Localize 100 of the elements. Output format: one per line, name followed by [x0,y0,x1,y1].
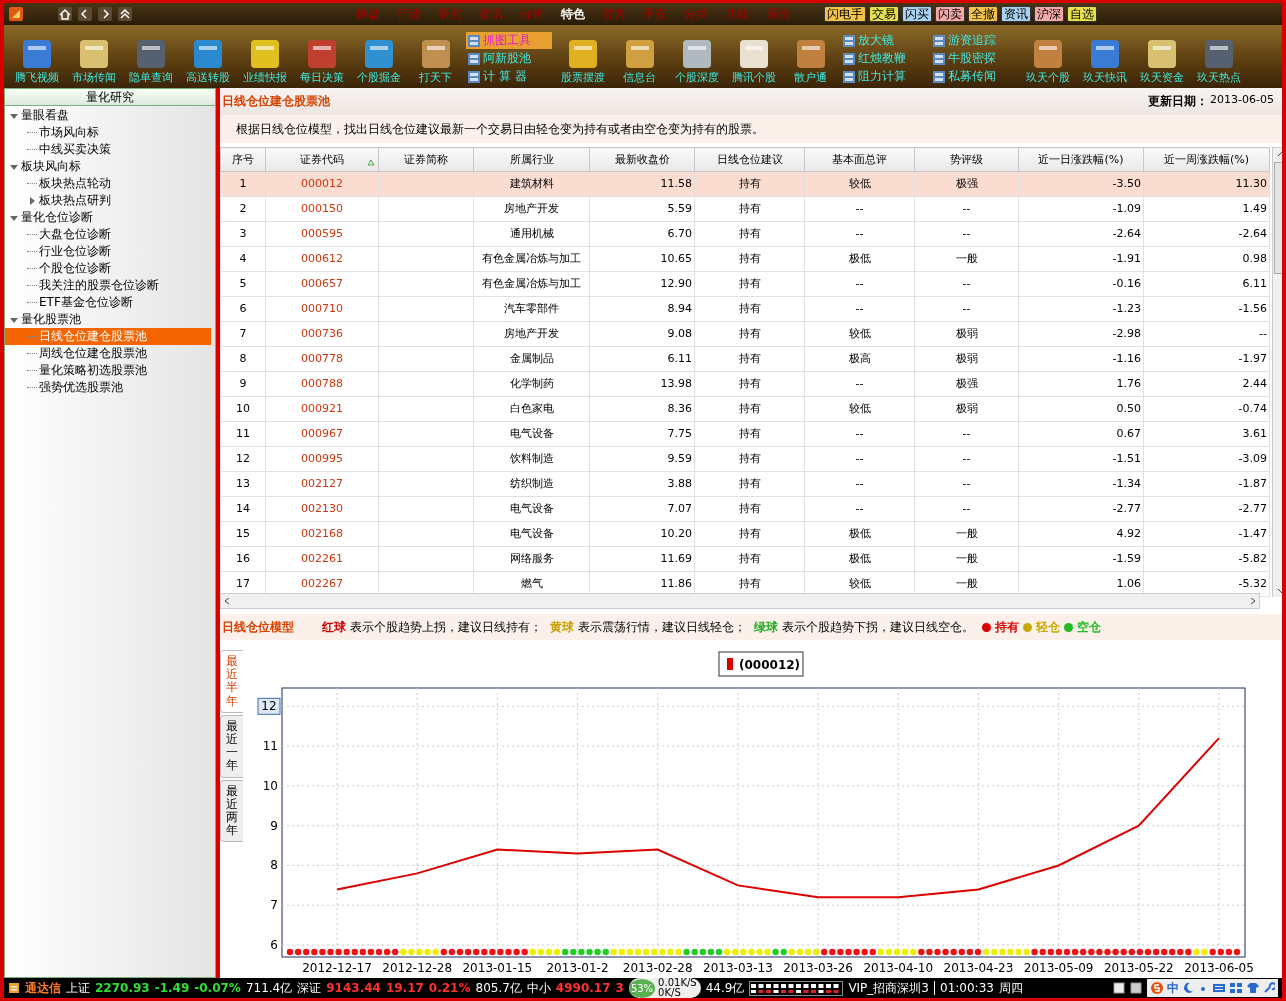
axis-label: 2013-04-23 [943,961,1014,975]
toolbar-link[interactable]: 计 算 器 [466,68,552,85]
toolbar-link[interactable]: 放大镜 [841,32,927,49]
shirt-icon [1246,982,1260,994]
tree-item[interactable]: 量眼看盘 [5,107,215,124]
table-row[interactable]: 2 000150 房地产开发 5.59 持有 -- -- -1.09 1.49 [220,196,1270,222]
period-tab[interactable]: 最近半年 [220,650,243,713]
toolbar-link[interactable]: 私募传闻 [931,68,1017,85]
toolbar-button[interactable]: 打天下 [407,38,464,85]
column-header[interactable]: 序号 [220,147,266,172]
tree-item[interactable]: 周线仓位建仓股票池 [5,345,215,362]
toolbar-link[interactable]: 阿新股池 [466,50,552,67]
toolbar-button[interactable]: 玖天个股 [1019,38,1076,85]
toolbar-button[interactable]: 高送转股 [179,38,236,85]
column-header[interactable]: 所属行业 [473,147,590,172]
toolbar-button[interactable]: 信息台 [611,38,668,85]
forward-icon[interactable] [98,7,112,21]
toolbar-button[interactable]: 腾飞视频 [8,38,65,85]
table-row[interactable]: 9 000788 化学制药 13.98 持有 -- 极强 1.76 2.44 [220,371,1270,397]
toolbar-link[interactable]: 游资追踪 [931,32,1017,49]
period-tab[interactable]: 最近一年 [220,714,243,778]
table-row[interactable]: 12 000995 饮料制造 9.59 持有 -- -- -1.51 -3.09 [220,446,1270,472]
tree-item[interactable]: 板块热点轮动 [5,175,215,192]
ime-mode[interactable]: 中 [1167,979,1179,997]
column-header[interactable]: 近一日涨跌幅(%) [1018,147,1144,172]
table-row[interactable]: 3 000595 通用机械 6.70 持有 -- -- -2.64 -2.64 [220,221,1270,247]
scrollbar[interactable] [220,593,1260,609]
toolbar-button[interactable]: 个股深度 [668,38,725,85]
table-row[interactable]: 13 002127 纺织制造 3.88 持有 -- -- -1.34 -1.87 [220,471,1270,497]
tree-item[interactable]: 个股仓位诊断 [5,260,215,277]
toolbar-button[interactable]: 隐单查询 [122,38,179,85]
toolbar-button[interactable]: 个股掘金 [350,38,407,85]
up-icon[interactable] [118,7,132,21]
table-cell: 房地产开发 [473,196,590,222]
toolbar-button[interactable]: 散户通 [782,38,839,85]
quick-button[interactable]: 沪深 [1034,6,1064,22]
toolbar-button[interactable]: 市场传闻 [65,38,122,85]
table-cell: -- [914,471,1019,497]
table-cell: 9.59 [589,446,695,472]
tree-item[interactable]: 强势优选股票池 [5,379,215,396]
column-header[interactable]: 证券代码 [265,147,379,172]
table-row[interactable]: 15 002168 电气设备 10.20 持有 极低 一般 4.92 -1.47 [220,521,1270,547]
sidebar-title: 量化研究 [5,89,215,106]
table-row[interactable]: 6 000710 汽车零部件 8.94 持有 -- -- -1.23 -1.56 [220,296,1270,322]
table-cell: -- [804,421,915,447]
tree-item[interactable]: 中线买卖决策 [5,141,215,158]
toolbar-button[interactable]: 玖天热点 [1190,38,1247,85]
home-icon[interactable] [58,7,72,21]
toolbar-button[interactable]: 玖天资金 [1133,38,1190,85]
toolbar-link[interactable]: 牛股密探 [931,50,1017,67]
tree-item[interactable]: 市场风向标 [5,124,215,141]
menu-tab[interactable]: 特色 [561,5,585,23]
toolbar-button[interactable]: 股票摆渡 [554,38,611,85]
table-row[interactable]: 5 000657 有色金属冶炼与加工 12.90 持有 -- -- -0.16 6.11 [220,271,1270,297]
column-header[interactable]: 基本面总评 [804,147,915,172]
back-icon[interactable] [78,7,92,21]
toolbar-link[interactable]: 红烛教鞭 [841,50,927,67]
table-row[interactable]: 16 002261 网络服务 11.69 持有 极低 一般 -1.59 -5.82 [220,546,1270,572]
column-header[interactable]: 证券简称 [378,147,474,172]
tree-item[interactable]: 行业仓位诊断 [5,243,215,260]
table-row[interactable]: 11 000967 电气设备 7.75 持有 -- -- 0.67 3.61 [220,421,1270,447]
toolbar-label: 玖天热点 [1196,70,1241,85]
column-header[interactable]: 最新收盘价 [589,147,695,172]
toolbar-label: 玖天快讯 [1082,70,1127,85]
tree-item[interactable]: 我关注的股票仓位诊断 [5,277,215,294]
tree-item[interactable]: 量化策略初选股票池 [5,362,215,379]
tree-item[interactable]: 量化股票池 [5,311,215,328]
period-tab[interactable]: 最近两年 [220,779,243,843]
tree-item[interactable]: 板块热点研判 [5,192,215,209]
toolbar-button[interactable]: 业绩快报 [236,38,293,85]
quick-button[interactable]: 全撤 [968,6,998,22]
tree-item[interactable]: 大盘仓位诊断 [5,226,215,243]
column-header[interactable]: 日线仓位建议 [694,147,805,172]
quick-button[interactable]: 自选 [1067,6,1097,22]
column-header[interactable]: 势评级 [914,147,1019,172]
tree-item[interactable]: 量化仓位诊断 [5,209,215,226]
quick-button[interactable]: 闪买 [902,6,932,22]
quick-button[interactable]: 资讯 [1001,6,1031,22]
quick-button[interactable]: 闪卖 [935,6,965,22]
table-cell: 1.76 [1018,371,1144,397]
toolbar-button[interactable]: 玖天快讯 [1076,38,1133,85]
table-cell: 6 [220,296,266,322]
table-cell: 饮料制造 [473,446,590,472]
network-percent: 53% [628,978,656,998]
quick-button[interactable]: 交易 [869,6,899,22]
axis-label: 10 [262,778,278,793]
table-row[interactable]: 1 000012 建筑材料 11.58 持有 较低 极强 -3.50 11.30 [220,171,1270,197]
table-cell: 000921 [265,396,379,422]
toolbar-button[interactable]: 腾讯个股 [725,38,782,85]
tree-item[interactable]: ETF基金仓位诊断 [5,294,215,311]
column-header[interactable]: 近一周涨跌幅(%) [1143,147,1270,172]
quick-button[interactable]: 闪电手 [824,6,866,22]
table-row[interactable]: 14 002130 电气设备 7.07 持有 -- -- -2.77 -2.77 [220,496,1270,522]
table-row[interactable]: 7 000736 房地产开发 9.08 持有 较低 极弱 -2.98 -- [220,321,1270,347]
table-row[interactable]: 8 000778 金属制品 6.11 持有 极高 极弱 -1.16 -1.97 [220,346,1270,372]
toolbar-button[interactable]: 每日决策 [293,38,350,85]
toolbar-link[interactable]: 阻力计算 [841,68,927,85]
table-row[interactable]: 4 000612 有色金属冶炼与加工 10.65 持有 极低 一般 -1.91 0.98 [220,246,1270,272]
table-row[interactable]: 10 000921 白色家电 8.36 持有 较低 极弱 0.50 -0.74 [220,396,1270,422]
tree-item[interactable]: 板块风向标 [5,158,215,175]
